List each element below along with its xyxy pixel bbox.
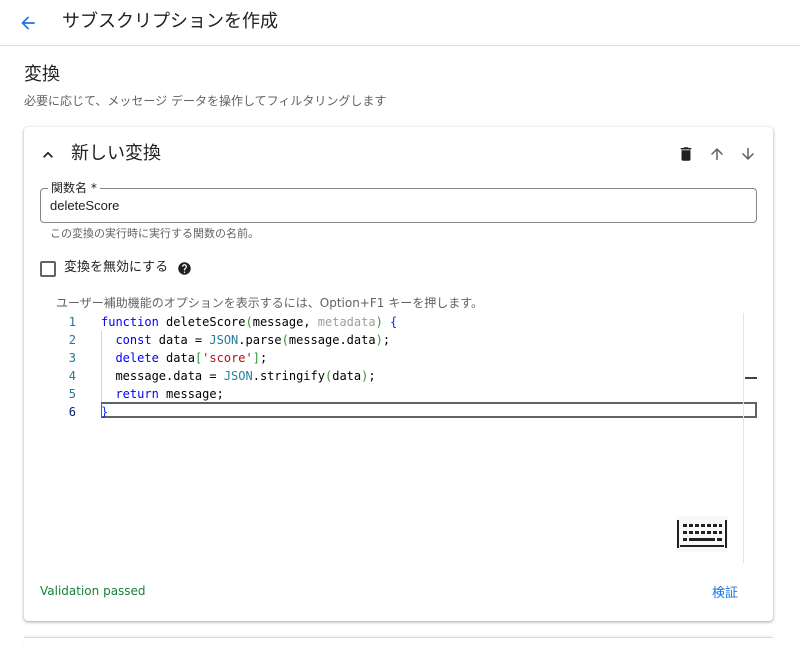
transform-card: 新しい変換 関数名 * この変換の実行時に実行する関数の名前。 変換を無効にする… (24, 127, 773, 621)
line-number: 2 (68, 333, 76, 347)
code-bracket: ( (245, 315, 253, 329)
scrollbar-cursor-marker (745, 377, 757, 379)
next-card-edge (24, 637, 773, 647)
disable-transform-checkbox[interactable] (40, 261, 56, 277)
code-keyword: return (115, 387, 159, 401)
code-keyword: function (101, 315, 159, 329)
code-editor[interactable]: 1 2 3 4 5 6 function deleteScore(message… (48, 313, 757, 563)
line-number: 6 (68, 405, 76, 419)
code-text: data (158, 351, 195, 365)
code-string: 'score' (202, 351, 253, 365)
page-title: サブスクリプションを作成 (62, 11, 278, 32)
move-up-button[interactable] (706, 143, 728, 165)
code-bracket: ( (281, 333, 289, 347)
code-line: function deleteScore(message, metadata) … (101, 313, 397, 331)
code-keyword: const (115, 333, 152, 347)
arrow-up-icon (711, 148, 723, 160)
line-number: 5 (68, 387, 76, 401)
code-bracket: ) (375, 315, 383, 329)
help-button[interactable] (176, 260, 192, 276)
code-line: } (101, 403, 108, 421)
code-bracket: ) (375, 333, 383, 347)
code-text: ; (259, 351, 268, 365)
code-object: JSON (209, 333, 239, 347)
back-button[interactable] (14, 9, 42, 37)
code-unused-param: metadata (317, 315, 376, 329)
code-text: ; (382, 333, 391, 347)
line-number: 4 (68, 369, 76, 383)
arrow-down-icon (742, 148, 754, 160)
code-text: .stringify (252, 369, 325, 383)
line-number: 3 (68, 351, 76, 365)
section-description: 必要に応じて、メッセージ データを操作してフィルタリングします (24, 94, 387, 108)
keyboard-button[interactable] (676, 516, 728, 552)
code-line: return message; (101, 385, 224, 403)
code-text: message, (252, 315, 318, 329)
delete-button[interactable] (675, 143, 697, 165)
section-title: 変換 (24, 64, 60, 85)
function-name-input[interactable] (50, 197, 740, 215)
code-text: data (332, 369, 362, 383)
move-down-button[interactable] (737, 143, 759, 165)
card-title: 新しい変換 (71, 143, 161, 164)
code-text: message.data (288, 333, 376, 347)
help-circle-icon (177, 261, 191, 275)
code-text: ; (368, 369, 376, 383)
code-text: message.data = (115, 369, 224, 383)
line-number: 1 (68, 315, 76, 329)
code-keyword: delete (115, 351, 159, 365)
code-line: const data = JSON.parse(message.data); (101, 331, 390, 349)
code-text: deleteScore (158, 315, 246, 329)
keyboard-icon (677, 520, 727, 548)
code-bracket: ] (252, 351, 260, 365)
code-text: message; (158, 387, 224, 401)
code-bracket: } (101, 405, 109, 419)
current-line-highlight (101, 402, 757, 418)
top-bar: サブスクリプションを作成 (0, 0, 800, 46)
code-line: message.data = JSON.stringify(data); (101, 367, 376, 385)
code-line: delete data['score']; (101, 349, 267, 367)
disable-transform-label[interactable]: 変換を無効にする (64, 259, 168, 277)
arrow-left-icon (21, 16, 35, 30)
code-object: JSON (223, 369, 253, 383)
code-text: data = (151, 333, 210, 347)
trash-icon (680, 147, 692, 161)
editor-accessibility-hint: ユーザー補助機能のオプションを表示するには、Option+F1 キーを押します。 (56, 296, 484, 310)
editor-scrollbar[interactable] (743, 313, 757, 563)
code-text: .parse (238, 333, 282, 347)
collapse-button[interactable] (38, 145, 58, 165)
code-bracket: { (390, 315, 398, 329)
validation-status: Validation passed (40, 584, 146, 598)
function-name-label: 関数名 * (48, 181, 100, 195)
function-name-field: 関数名 * (40, 181, 757, 223)
function-name-hint: この変換の実行時に実行する関数の名前。 (50, 227, 259, 240)
verify-button[interactable]: 検証 (704, 578, 746, 604)
chevron-up-icon (43, 151, 53, 158)
